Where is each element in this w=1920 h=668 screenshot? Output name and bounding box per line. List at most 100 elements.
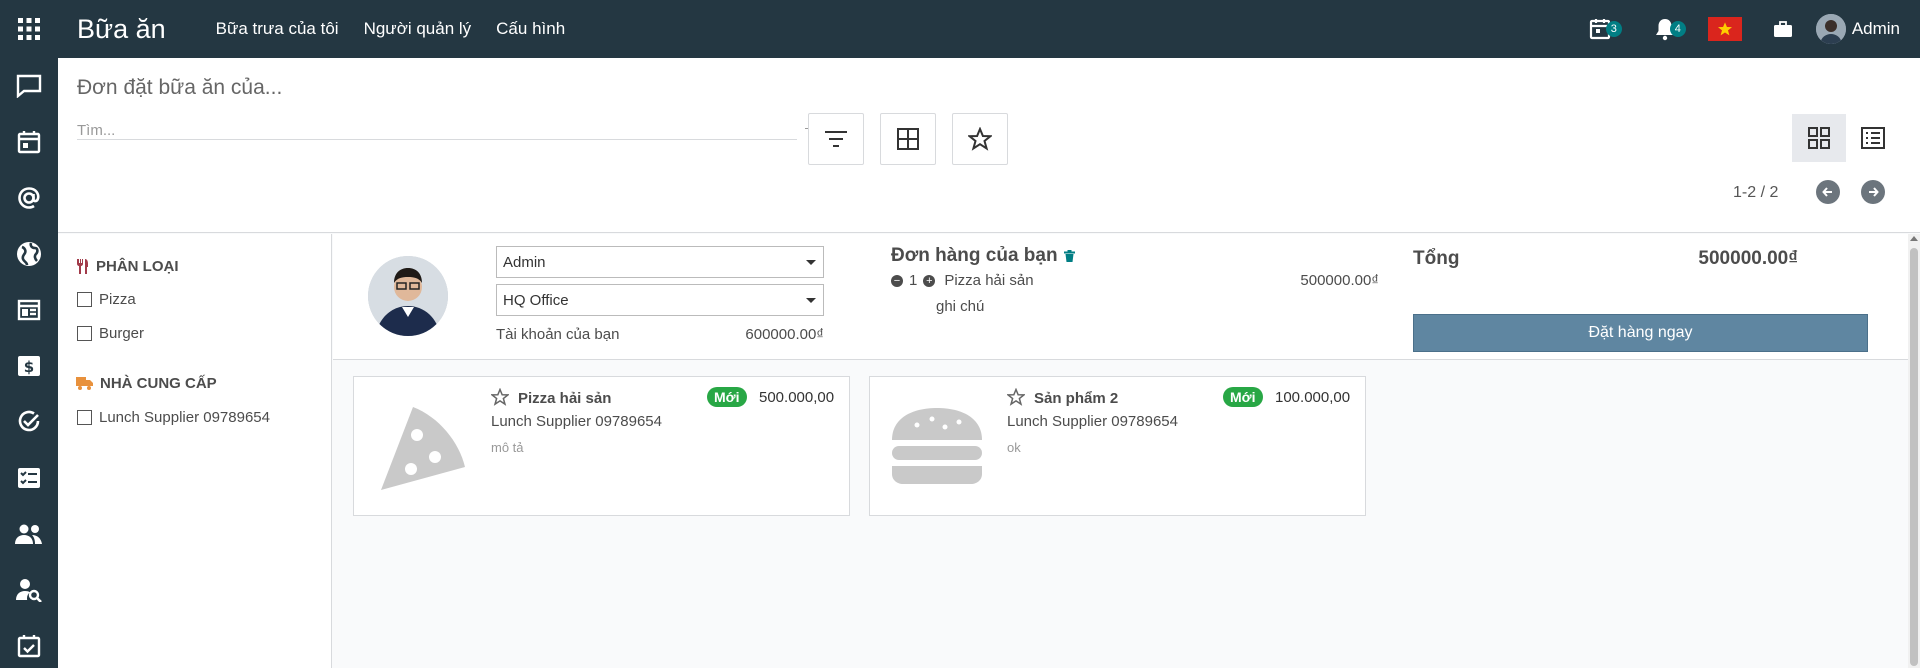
product-price: 100.000,00 — [1275, 389, 1351, 406]
product-description: ok — [1007, 440, 1021, 455]
menu-configuration[interactable]: Cấu hình — [496, 19, 565, 39]
checkbox[interactable] — [77, 292, 92, 307]
product-supplier: Lunch Supplier 09789654 — [491, 413, 662, 430]
calendar-check-icon[interactable] — [0, 618, 58, 668]
svg-text:$: $ — [24, 358, 34, 376]
user-select-value: Admin — [503, 254, 546, 271]
total-label: Tổng — [1413, 248, 1460, 269]
category-filter-burger[interactable]: Burger — [77, 325, 144, 342]
calendar-icon[interactable] — [0, 114, 58, 170]
globe-icon[interactable] — [0, 226, 58, 282]
kanban-view-button[interactable] — [1792, 114, 1846, 162]
supplier-title: NHÀ CUNG CẤP — [100, 375, 217, 392]
news-icon[interactable] — [0, 282, 58, 338]
line-price: 500000.00₫ — [1300, 272, 1379, 289]
cutlery-icon — [77, 259, 88, 274]
bell-icon[interactable]: 4 — [1654, 17, 1686, 41]
money-icon[interactable]: $ — [0, 338, 58, 394]
line-quantity: 1 — [909, 272, 918, 289]
trash-icon[interactable] — [1063, 250, 1075, 262]
product-description: mô tả — [491, 440, 524, 455]
user-avatar[interactable] — [1815, 14, 1846, 44]
supplier-filter-item[interactable]: Lunch Supplier 09789654 — [77, 409, 270, 426]
new-badge: Mới — [707, 387, 747, 407]
activity-icon[interactable]: 3 — [1588, 17, 1622, 41]
top-navbar: Bữa ăn Bữa trưa của tôi Người quản lý Cấ… — [0, 0, 1920, 58]
pager-previous-button[interactable] — [1816, 180, 1840, 204]
product-name: Sản phẩm 2 — [1034, 390, 1119, 407]
list-icon — [1861, 127, 1885, 149]
category-filter-pizza[interactable]: Pizza — [77, 291, 136, 308]
order-line: − 1 + Pizza hải sản — [891, 272, 1034, 289]
filter-button[interactable] — [808, 113, 864, 165]
burger-icon — [887, 395, 987, 495]
user-name[interactable]: Admin — [1852, 19, 1900, 39]
contacts-icon[interactable] — [0, 506, 58, 562]
checkbox[interactable] — [77, 410, 92, 425]
favorites-button[interactable] — [952, 113, 1008, 165]
user-avatar-large — [368, 256, 448, 336]
your-order-heading: Đơn hàng của bạn — [891, 245, 1075, 267]
product-price: 500.000,00 — [759, 389, 835, 406]
scrollbar[interactable] — [1908, 234, 1920, 668]
category-label: Pizza — [99, 291, 136, 308]
new-badge: Mới — [1223, 387, 1263, 407]
activity-count-badge: 3 — [1605, 21, 1622, 37]
location-select-value: HQ Office — [503, 292, 569, 309]
pizza-icon — [371, 395, 471, 495]
location-select[interactable]: HQ Office — [496, 284, 824, 316]
caret-down-icon — [806, 260, 816, 265]
line-product: Pizza hải sản — [944, 272, 1034, 289]
pager-value[interactable]: 1-2 / 2 — [1733, 184, 1778, 202]
check-circle-icon[interactable] — [0, 394, 58, 450]
plus-circle-icon[interactable]: + — [923, 274, 936, 287]
menu-manager[interactable]: Người quản lý — [364, 19, 472, 39]
chat-icon[interactable] — [0, 58, 58, 114]
filter-icon — [825, 131, 847, 147]
favorite-star-icon[interactable] — [1007, 388, 1025, 406]
product-card[interactable]: Sản phẩm 2 Mới 100.000,00 Lunch Supplier… — [869, 376, 1366, 516]
order-banner: Admin HQ Office Tài khoản của bạn 600000… — [333, 234, 1908, 360]
checkbox[interactable] — [77, 326, 92, 341]
group-by-button[interactable] — [880, 113, 936, 165]
page-title: Đơn đặt bữa ăn của... — [77, 76, 283, 99]
briefcase-icon[interactable] — [1773, 21, 1792, 37]
vietnam-flag-icon[interactable] — [1707, 17, 1742, 41]
user-search-icon[interactable] — [0, 562, 58, 618]
product-supplier: Lunch Supplier 09789654 — [1007, 413, 1178, 430]
caret-down-icon — [806, 298, 816, 303]
arrow-right-icon — [1869, 187, 1879, 197]
category-section: PHÂN LOẠI — [76, 258, 179, 275]
product-card[interactable]: Pizza hải sản Mới 500.000,00 Lunch Suppl… — [353, 376, 850, 516]
supplier-section: NHÀ CUNG CẤP — [76, 375, 217, 392]
user-select[interactable]: Admin — [496, 246, 824, 278]
minus-circle-icon[interactable]: − — [891, 274, 903, 287]
line-note[interactable]: ghi chú — [936, 298, 984, 315]
at-sign-icon[interactable] — [0, 170, 58, 226]
list-view-button[interactable] — [1846, 114, 1900, 162]
search-bar — [77, 122, 819, 140]
supplier-label: Lunch Supplier 09789654 — [99, 409, 270, 426]
search-input[interactable] — [77, 122, 797, 139]
favorite-star-icon[interactable] — [491, 388, 509, 406]
control-panel: Đơn đặt bữa ăn của... 1-2 / 2 — [58, 58, 1920, 233]
menu-my-lunch[interactable]: Bữa trưa của tôi — [216, 19, 339, 39]
account-value: 600000.00₫ — [745, 326, 824, 343]
product-name: Pizza hải sản — [518, 390, 612, 407]
scroll-up-icon[interactable] — [1910, 236, 1918, 241]
pager-next-button[interactable] — [1861, 180, 1885, 204]
order-now-button[interactable]: Đặt hàng ngay — [1413, 314, 1868, 352]
notification-count-badge: 4 — [1669, 21, 1686, 37]
your-order-title: Đơn hàng của bạn — [891, 245, 1058, 266]
kanban-icon — [1808, 127, 1830, 149]
task-list-icon[interactable] — [0, 450, 58, 506]
account-label: Tài khoản của bạn — [496, 326, 620, 343]
star-icon — [968, 127, 992, 151]
category-title: PHÂN LOẠI — [96, 258, 179, 275]
group-by-icon — [897, 128, 919, 150]
left-sidebar: $ — [0, 58, 58, 668]
scroll-thumb[interactable] — [1910, 248, 1918, 666]
app-title[interactable]: Bữa ăn — [77, 14, 166, 45]
apps-menu-icon[interactable] — [0, 0, 58, 58]
total-value: 500000.00₫ — [1698, 248, 1798, 269]
